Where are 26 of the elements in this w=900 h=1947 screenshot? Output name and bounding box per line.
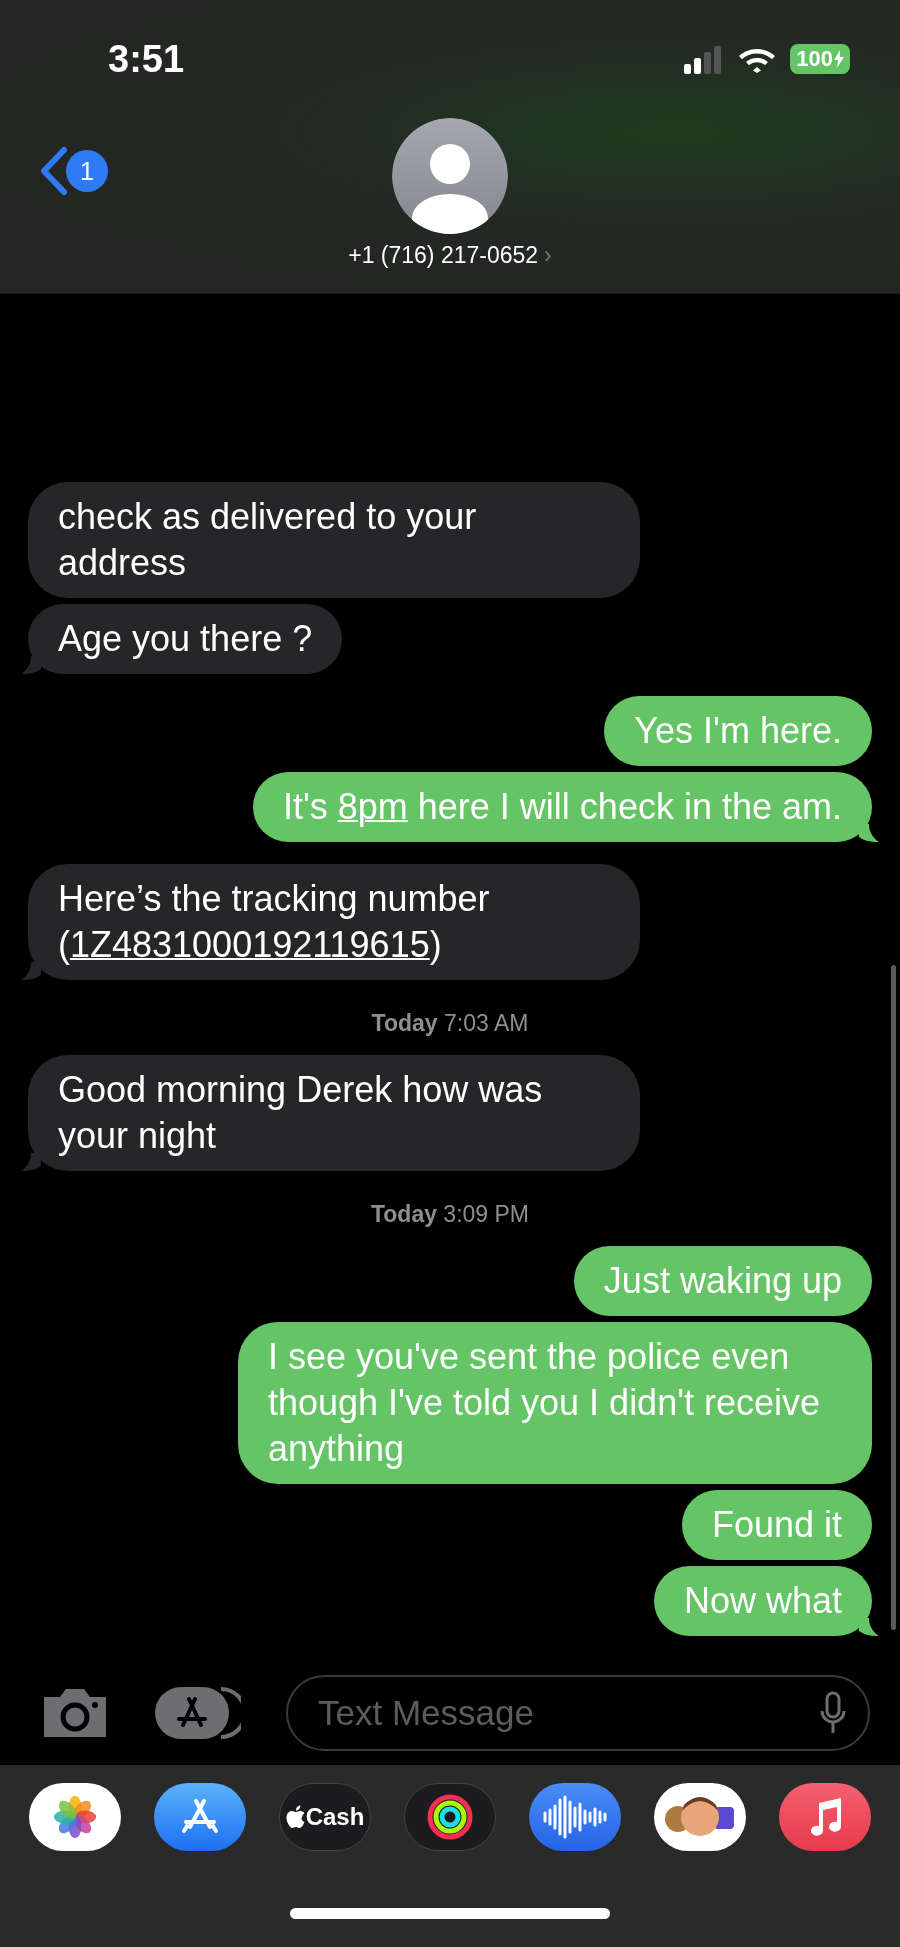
sent-message-bubble: Yes I'm here.	[604, 696, 872, 766]
bubble-tail	[21, 962, 41, 980]
activity-rings-icon	[427, 1794, 473, 1840]
bubble-tail	[21, 656, 41, 674]
timestamp: Today 7:03 AM	[371, 1010, 529, 1037]
timestamp: Today 3:09 PM	[370, 1201, 530, 1228]
bubble-tail	[21, 1153, 41, 1171]
apple-cash-button[interactable]: Cash	[279, 1783, 371, 1851]
apple-logo-icon	[285, 1805, 306, 1829]
microphone-icon[interactable]	[820, 1690, 846, 1735]
battery-indicator: 100	[790, 44, 850, 74]
sent-message-bubble: Found it	[681, 1490, 872, 1560]
received-message-bubble: check as delivered to your address	[28, 482, 640, 598]
contact-number-button[interactable]: +1 (716) 217-0652 ›	[348, 242, 552, 269]
apps-button[interactable]	[155, 1684, 241, 1741]
back-button[interactable]: 1	[38, 146, 108, 196]
bubble-tail	[859, 824, 879, 842]
bubble-tail	[859, 1618, 879, 1636]
sent-message-bubble: I see you've sent the police even though I've told you I didn't receive anything	[238, 1322, 872, 1484]
pinwheel-icon	[52, 1794, 98, 1840]
status-time: 3:51	[108, 37, 185, 81]
sent-message-bubble: Just waking up	[573, 1246, 872, 1316]
unread-count-badge: 1	[66, 150, 108, 192]
message-input-field[interactable]: Text Message	[286, 1674, 870, 1751]
contact-avatar-icon[interactable]	[392, 118, 508, 234]
message-link[interactable]: 1Z4831000192119615	[70, 924, 430, 965]
